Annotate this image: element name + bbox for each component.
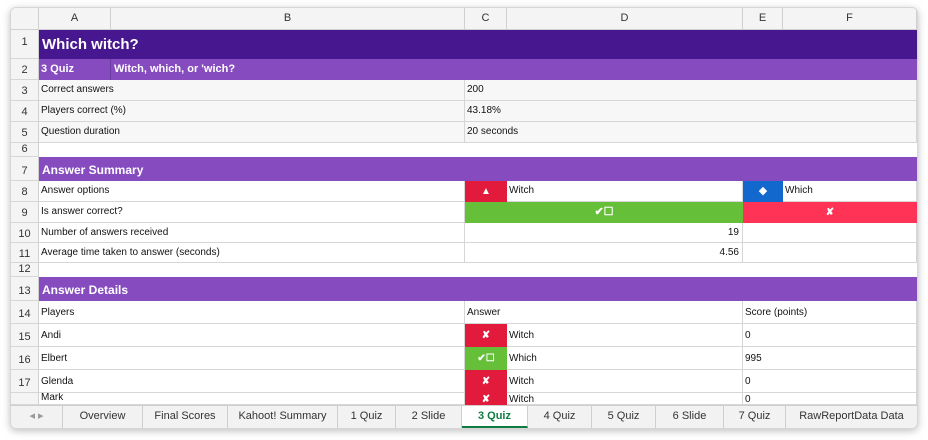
option1-received[interactable]: 19 <box>465 223 743 243</box>
column-header-e[interactable]: E <box>743 8 783 29</box>
player-name[interactable]: Mark <box>39 393 465 405</box>
stat-value-players-correct[interactable]: 43.18% <box>465 101 917 122</box>
player-answer[interactable]: Witch <box>507 324 743 347</box>
tab-5-quiz[interactable]: 5 Quiz <box>592 406 656 428</box>
players-column-title[interactable]: Players <box>39 301 465 324</box>
row-header[interactable]: 2 <box>11 59 39 80</box>
avg-time-label[interactable]: Average time taken to answer (seconds) <box>39 243 465 263</box>
row-header[interactable]: 15 <box>11 324 39 347</box>
tab-3-quiz[interactable]: 3 Quiz <box>462 406 528 428</box>
tab-2-slide[interactable]: 2 Slide <box>396 406 462 428</box>
option2-incorrect-mark[interactable]: ✘ <box>743 202 917 223</box>
spreadsheet-window: A B C D E F 1 2 3 4 5 6 7 8 9 10 11 12 1… <box>10 7 918 429</box>
player-score[interactable]: 995 <box>743 347 917 370</box>
quiz-question[interactable]: Witch, which, or 'wich? <box>111 59 917 80</box>
quiz-label[interactable]: 3 Quiz <box>39 59 111 80</box>
option2-received[interactable] <box>743 223 917 243</box>
incorrect-mark[interactable]: ✘ <box>465 324 507 347</box>
row-header[interactable]: 6 <box>11 143 39 157</box>
player-answer[interactable]: Which <box>507 347 743 370</box>
option1-avg-time[interactable]: 4.56 <box>465 243 743 263</box>
select-all-corner[interactable] <box>11 8 39 29</box>
tab-raw-report-data[interactable]: RawReportData Data <box>786 406 917 428</box>
stat-value-correct-answers[interactable]: 200 <box>465 80 917 101</box>
column-header-c[interactable]: C <box>465 8 507 29</box>
is-correct-label[interactable]: Is answer correct? <box>39 202 465 223</box>
correct-mark[interactable]: ✔☐ <box>465 347 507 370</box>
player-name[interactable]: Glenda <box>39 370 465 393</box>
tab-overview[interactable]: Overview <box>63 406 143 428</box>
row-header[interactable]: 5 <box>11 122 39 143</box>
sheet-tab-bar: ◂ ▸ Overview Final Scores Kahoot! Summar… <box>11 405 917 428</box>
row-header[interactable]: 14 <box>11 301 39 324</box>
option2-text[interactable]: Which <box>783 181 917 202</box>
stat-value-question-duration[interactable]: 20 seconds <box>465 122 917 143</box>
row-header[interactable]: 13 <box>11 277 39 301</box>
player-answer[interactable]: Witch <box>507 370 743 393</box>
column-header-bar: A B C D E F <box>11 8 917 30</box>
column-header-a[interactable]: A <box>39 8 111 29</box>
answers-received-label[interactable]: Number of answers received <box>39 223 465 243</box>
sheet-title[interactable]: Which witch? <box>39 30 917 59</box>
triangle-icon: ▲ <box>465 181 507 202</box>
row-header[interactable]: 4 <box>11 101 39 122</box>
stat-label-question-duration[interactable]: Question duration <box>39 122 465 143</box>
tab-6-slide[interactable]: 6 Slide <box>656 406 724 428</box>
answer-summary-header[interactable]: Answer Summary <box>39 157 917 181</box>
row-header[interactable]: 9 <box>11 202 39 223</box>
score-column-title[interactable]: Score (points) <box>743 301 917 324</box>
player-score[interactable]: 0 <box>743 324 917 347</box>
player-name[interactable]: Elbert <box>39 347 465 370</box>
diamond-icon: ◆ <box>743 181 783 202</box>
row-header[interactable]: 12 <box>11 263 39 277</box>
tab-1-quiz[interactable]: 1 Quiz <box>338 406 396 428</box>
row-header[interactable]: 8 <box>11 181 39 202</box>
stat-label-players-correct[interactable]: Players correct (%) <box>39 101 465 122</box>
option2-avg-time[interactable] <box>743 243 917 263</box>
incorrect-mark[interactable]: ✘ <box>465 393 507 405</box>
answer-options-label[interactable]: Answer options <box>39 181 465 202</box>
tab-kahoot-summary[interactable]: Kahoot! Summary <box>228 406 338 428</box>
column-header-d[interactable]: D <box>507 8 743 29</box>
answer-column-title[interactable]: Answer <box>465 301 743 324</box>
row-header[interactable]: 17 <box>11 370 39 393</box>
player-score[interactable]: 0 <box>743 370 917 393</box>
answer-details-header[interactable]: Answer Details <box>39 277 917 301</box>
row-header[interactable]: 1 <box>11 30 39 59</box>
row-header[interactable] <box>11 393 39 405</box>
row-header[interactable]: 3 <box>11 80 39 101</box>
column-header-f[interactable]: F <box>783 8 917 29</box>
row-header[interactable]: 7 <box>11 157 39 181</box>
row-header[interactable]: 16 <box>11 347 39 370</box>
row-header[interactable]: 10 <box>11 223 39 243</box>
tab-scroll-arrows[interactable]: ◂ ▸ <box>11 406 63 428</box>
incorrect-mark[interactable]: ✘ <box>465 370 507 393</box>
stat-label-correct-answers[interactable]: Correct answers <box>39 80 465 101</box>
row-header[interactable]: 11 <box>11 243 39 263</box>
option1-correct-mark[interactable]: ✔☐ <box>465 202 743 223</box>
player-score[interactable]: 0 <box>743 393 917 405</box>
tab-7-quiz[interactable]: 7 Quiz <box>724 406 786 428</box>
player-answer[interactable]: Witch <box>507 393 743 405</box>
column-header-b[interactable]: B <box>111 8 465 29</box>
option1-text[interactable]: Witch <box>507 181 743 202</box>
tab-final-scores[interactable]: Final Scores <box>143 406 228 428</box>
tab-4-quiz[interactable]: 4 Quiz <box>528 406 592 428</box>
player-name[interactable]: Andi <box>39 324 465 347</box>
